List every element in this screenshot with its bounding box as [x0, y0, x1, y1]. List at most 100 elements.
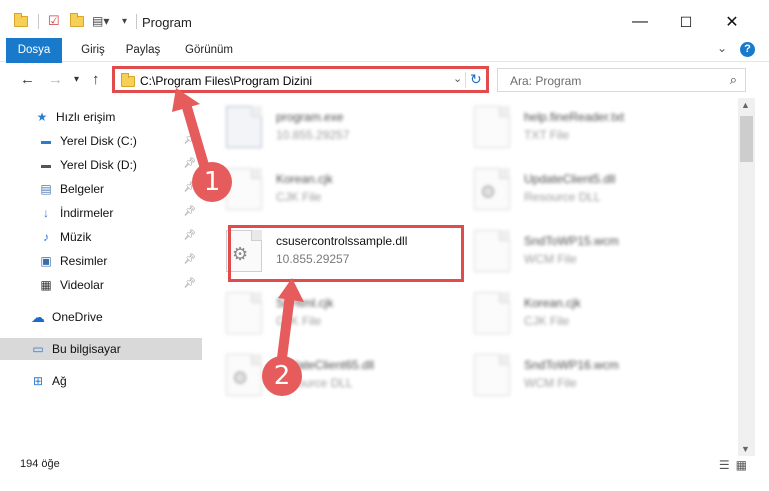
- computer-icon: ▭: [32, 342, 44, 356]
- sidebar-item-label: Bu bilgisayar: [52, 342, 121, 356]
- tab-share[interactable]: Paylaş: [122, 38, 164, 62]
- details-view-icon[interactable]: ☰: [719, 458, 730, 472]
- list-item[interactable]: ⚙ UpdateClient65.dll Resource DLL: [208, 346, 448, 402]
- pin-icon[interactable]: 📌︎: [183, 206, 196, 217]
- maximize-button[interactable]: ☐: [663, 8, 709, 36]
- customize-toolbar-icon[interactable]: ▾: [122, 12, 127, 30]
- sidebar-item-this-pc[interactable]: ▭ Bu bilgisayar: [0, 338, 202, 360]
- close-button[interactable]: ✕: [709, 8, 755, 36]
- scroll-down-icon[interactable]: ▼: [741, 444, 750, 454]
- sidebar-item-label: Videolar: [60, 278, 104, 292]
- folder-icon: [14, 12, 28, 30]
- pin-icon[interactable]: 📌︎: [183, 278, 196, 289]
- new-folder-icon[interactable]: [70, 12, 84, 30]
- ribbon: Dosya Giriş Paylaş Görünüm ⌄ ?: [0, 38, 769, 94]
- file-description: 10.855.29257: [276, 128, 350, 142]
- exe-icon: [226, 106, 262, 148]
- file-name: help.fineReader.txt: [524, 110, 625, 124]
- up-arrow-icon[interactable]: ↑: [92, 71, 100, 88]
- list-item[interactable]: SndToWP16.wcm WCM File: [456, 346, 696, 402]
- list-item[interactable]: Korean.cjk CJK File: [456, 284, 696, 340]
- documents-icon: ▤: [40, 182, 52, 196]
- list-item[interactable]: ShHtml.cjk CJK File: [208, 284, 448, 340]
- gear-icon: ⚙: [232, 244, 249, 264]
- sidebar-item-onedrive[interactable]: ☁ OneDrive: [0, 306, 202, 328]
- sidebar-item-documents[interactable]: ▤ Belgeler 📌︎: [0, 178, 202, 200]
- sidebar-item-label: Yerel Disk (D:): [60, 158, 137, 172]
- tab-view[interactable]: Görünüm: [178, 38, 240, 62]
- scrollbar-thumb[interactable]: [740, 116, 753, 162]
- minimize-button[interactable]: —: [617, 8, 663, 36]
- file-list: program.exe 10.855.29257 help.fineReader…: [208, 98, 738, 456]
- list-item[interactable]: ⚙ UpdateClient5.dll Resource DLL: [456, 160, 696, 216]
- sidebar-item-music[interactable]: ♪ Müzik 📌︎: [0, 226, 202, 248]
- file-name: UpdateClient5.dll: [524, 172, 616, 186]
- list-item[interactable]: help.fineReader.txt TXT File: [456, 98, 696, 154]
- cloud-icon: ☁: [31, 308, 45, 325]
- list-item[interactable]: program.exe 10.855.29257: [208, 98, 448, 154]
- gear-icon: ⚙: [232, 368, 249, 388]
- file-description: CJK File: [276, 190, 322, 204]
- network-icon: ⊞: [32, 374, 44, 388]
- drive-icon: ▬: [41, 135, 51, 147]
- blank-file-icon: [474, 230, 510, 272]
- blank-file-icon: [226, 168, 262, 210]
- vertical-scrollbar[interactable]: ▲ ▼: [738, 98, 755, 456]
- pin-icon[interactable]: 📌︎: [183, 230, 196, 241]
- file-name: Korean.cjk: [276, 172, 333, 186]
- sidebar-item-videos[interactable]: ▦ Videolar 📌︎: [0, 274, 202, 296]
- search-input[interactable]: Ara: Program ⌕: [497, 68, 746, 92]
- back-arrow-icon[interactable]: ←: [20, 71, 35, 88]
- scroll-up-icon[interactable]: ▲: [741, 100, 750, 110]
- properties-icon[interactable]: ☑: [48, 12, 60, 30]
- forward-arrow-icon[interactable]: →: [48, 71, 63, 88]
- sidebar-item-pictures[interactable]: ▣ Resimler 📌︎: [0, 250, 202, 272]
- drive-icon: ▬: [41, 159, 51, 171]
- sidebar-item-label: Yerel Disk (C:): [60, 134, 137, 148]
- sidebar-item-label: Belgeler: [60, 182, 105, 196]
- sidebar-item-label: OneDrive: [52, 310, 103, 324]
- music-icon: ♪: [43, 230, 49, 244]
- search-placeholder: Ara: Program: [510, 74, 582, 88]
- sidebar-item-local-disk-c[interactable]: ▬ Yerel Disk (C:) 📌︎: [0, 130, 202, 152]
- tab-home[interactable]: Giriş: [72, 38, 114, 62]
- sidebar-item-label: Resimler: [60, 254, 108, 268]
- recent-locations-icon[interactable]: ▾: [74, 74, 79, 85]
- pin-icon[interactable]: 📌︎: [183, 134, 196, 145]
- file-description: WCM File: [524, 376, 577, 390]
- file-name: Korean.cjk: [524, 296, 581, 310]
- file-name: csusercontrolssample.dll: [276, 234, 408, 248]
- sidebar-item-label: Ağ: [52, 374, 67, 388]
- list-item[interactable]: SndToWP15.wcm WCM File: [456, 222, 696, 278]
- sidebar-item-network[interactable]: ⊞ Ağ: [0, 370, 202, 392]
- file-description: CJK File: [524, 314, 570, 328]
- callout-step-1: 1: [192, 162, 232, 202]
- status-bar: 194 öğe ☰ ▦: [0, 454, 769, 476]
- refresh-icon[interactable]: ↻: [470, 71, 482, 88]
- gear-icon: ⚙: [480, 182, 497, 202]
- file-description: TXT File: [524, 128, 570, 142]
- pin-icon[interactable]: 📌︎: [183, 254, 196, 265]
- sidebar-item-quick-access[interactable]: ★ Hızlı erişim: [0, 106, 202, 128]
- large-icons-view-icon[interactable]: ▦: [736, 458, 747, 472]
- help-icon[interactable]: ?: [740, 42, 755, 57]
- file-description: WCM File: [524, 252, 577, 266]
- video-icon: ▦: [40, 278, 52, 292]
- list-item-target-dll[interactable]: ⚙ csusercontrolssample.dll 10.855.29257: [208, 222, 448, 278]
- pin-icon[interactable]: 📌︎: [183, 158, 196, 169]
- title-bar: ☑ ▤▾ ▾ Program — ☐ ✕: [0, 0, 769, 38]
- sidebar-item-downloads[interactable]: ↓ İndirmeler 📌︎: [0, 202, 202, 224]
- separator: [136, 14, 137, 29]
- navigation-pane: ★ Hızlı erişim ▬ Yerel Disk (C:) 📌︎ ▬ Ye…: [0, 100, 202, 450]
- sidebar-item-local-disk-d[interactable]: ▬ Yerel Disk (D:) 📌︎: [0, 154, 202, 176]
- chevron-down-icon[interactable]: ⌄: [717, 41, 727, 55]
- chevron-down-icon[interactable]: ⌄: [453, 72, 462, 85]
- separator: [38, 14, 39, 29]
- window-title: Program: [142, 15, 192, 30]
- folder-icon: [121, 73, 135, 87]
- address-bar[interactable]: C:\Program Files\Program Dizini ⌄ ↻: [112, 68, 489, 92]
- list-item[interactable]: Korean.cjk CJK File: [208, 160, 448, 216]
- navigation-bar: ← → ▾ ↑ C:\Program Files\Program Dizini …: [0, 63, 769, 97]
- view-icon[interactable]: ▤▾: [92, 12, 109, 30]
- file-description: CJK File: [276, 314, 322, 328]
